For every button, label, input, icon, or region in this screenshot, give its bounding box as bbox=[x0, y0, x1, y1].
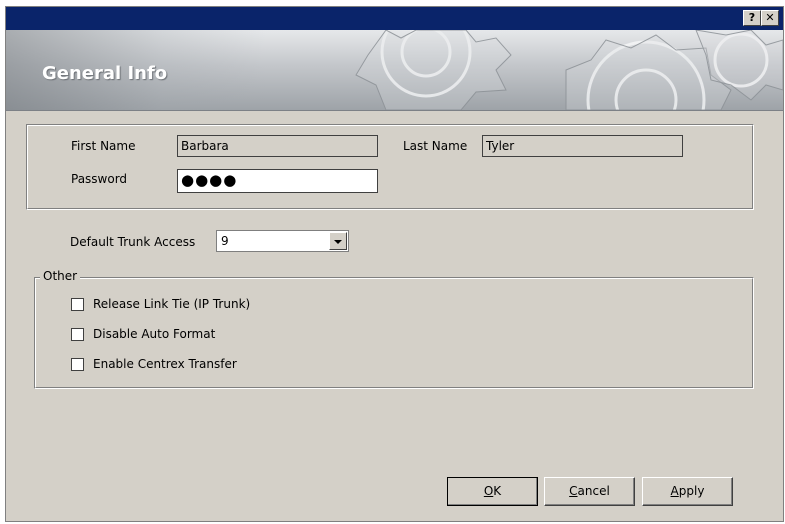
help-button[interactable]: ? bbox=[743, 10, 761, 26]
password-label: Password bbox=[71, 172, 128, 186]
default-trunk-access-value: 9 bbox=[221, 234, 229, 248]
ok-button[interactable]: OK bbox=[447, 477, 538, 506]
apply-mnemonic: A bbox=[670, 484, 679, 498]
password-mask: ●●●● bbox=[181, 171, 238, 189]
release-link-tie-label: Release Link Tie (IP Trunk) bbox=[93, 297, 251, 311]
dialog-window: ? ✕ General Info First Name Barbara Last… bbox=[5, 6, 784, 522]
release-link-tie-checkbox[interactable] bbox=[71, 298, 84, 311]
disable-auto-format-label: Disable Auto Format bbox=[93, 327, 216, 341]
enable-centrex-transfer-checkbox[interactable] bbox=[71, 358, 84, 371]
close-button[interactable]: ✕ bbox=[761, 10, 779, 26]
cancel-label-rest: ancel bbox=[577, 484, 610, 498]
disable-auto-format-checkbox[interactable] bbox=[71, 328, 84, 341]
other-group-label: Other bbox=[40, 269, 81, 283]
last-name-field[interactable]: Tyler bbox=[482, 135, 683, 157]
first-name-value: Barbara bbox=[181, 139, 229, 153]
ok-label-rest: K bbox=[493, 484, 502, 498]
apply-button[interactable]: Apply bbox=[642, 477, 733, 506]
default-trunk-access-label: Default Trunk Access bbox=[70, 235, 196, 249]
chevron-down-icon[interactable] bbox=[329, 232, 347, 250]
first-name-field[interactable]: Barbara bbox=[177, 135, 378, 157]
first-name-label: First Name bbox=[71, 139, 136, 153]
default-trunk-access-select[interactable]: 9 bbox=[216, 230, 349, 252]
enable-centrex-transfer-label: Enable Centrex Transfer bbox=[93, 357, 237, 371]
apply-label-rest: pply bbox=[678, 484, 705, 498]
password-field[interactable]: ●●●● bbox=[177, 169, 378, 193]
cancel-button[interactable]: Cancel bbox=[544, 477, 635, 506]
ok-mnemonic: O bbox=[483, 484, 494, 498]
header-banner: General Info bbox=[6, 30, 783, 111]
last-name-value: Tyler bbox=[486, 139, 515, 153]
cancel-mnemonic: C bbox=[569, 484, 578, 498]
title-bar[interactable]: ? ✕ bbox=[6, 7, 783, 30]
page-title: General Info bbox=[42, 63, 168, 84]
last-name-label: Last Name bbox=[403, 139, 468, 153]
user-info-panel: First Name Barbara Last Name Tyler Passw… bbox=[26, 124, 754, 210]
